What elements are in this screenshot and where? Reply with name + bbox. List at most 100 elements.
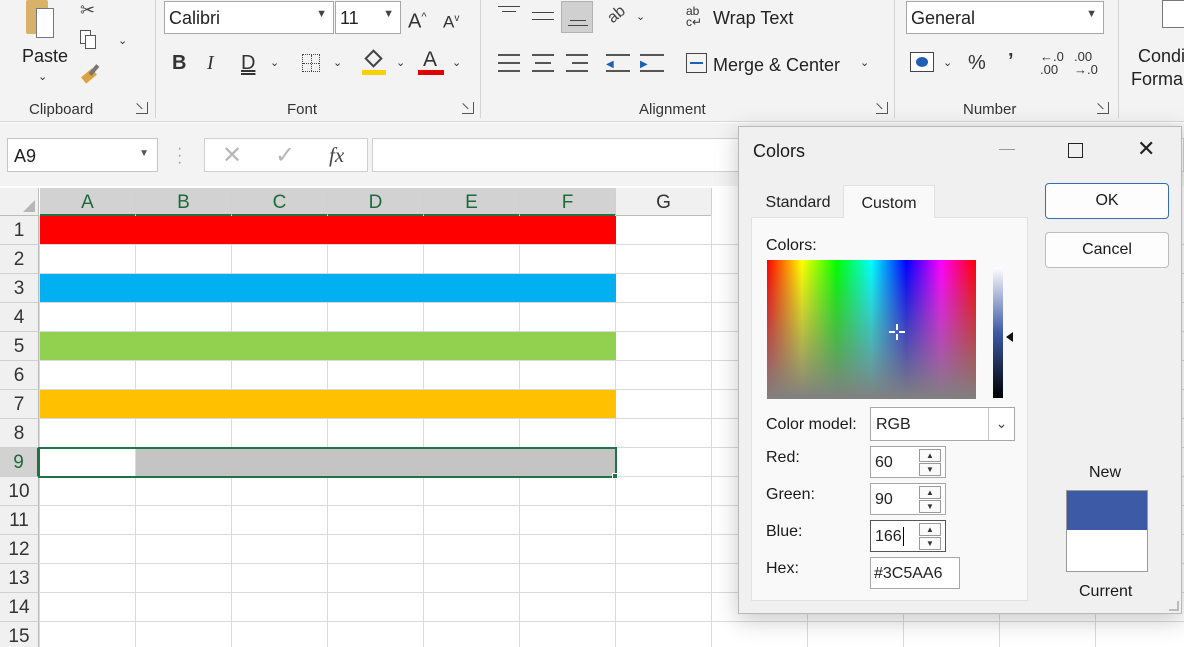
insert-function-button[interactable]: fx xyxy=(329,143,344,168)
paste-button[interactable]: Paste ⌄ xyxy=(14,0,72,92)
spin-down-icon[interactable]: ▼ xyxy=(919,500,941,513)
spin-up-icon[interactable]: ▲ xyxy=(919,486,941,499)
resize-grip-icon[interactable] xyxy=(1169,601,1179,611)
luminance-arrow-icon[interactable] xyxy=(1006,332,1013,342)
spin-up-icon[interactable]: ▲ xyxy=(919,449,941,462)
spin-up-icon[interactable]: ▲ xyxy=(919,523,941,536)
row-header-5[interactable]: 5 xyxy=(0,332,39,361)
number-format-combo[interactable]: General ▼ xyxy=(906,1,1104,34)
italic-button[interactable]: I xyxy=(207,52,214,74)
luminance-slider[interactable] xyxy=(993,267,1003,398)
blue-stepper[interactable]: 166 ▲ ▼ xyxy=(870,520,946,552)
bottom-align-icon[interactable] xyxy=(561,1,593,33)
color-model-select[interactable]: RGB ⌄ xyxy=(870,407,1015,441)
cancel-button[interactable]: Cancel xyxy=(1045,232,1169,268)
color-band-row-5[interactable] xyxy=(40,332,616,360)
cancel-icon[interactable]: ✕ xyxy=(222,141,242,170)
row-header-10[interactable]: 10 xyxy=(0,477,39,506)
row-header-7[interactable]: 7 xyxy=(0,390,39,419)
increase-indent-icon[interactable]: ▶ xyxy=(640,54,664,72)
tab-custom[interactable]: Custom xyxy=(843,185,935,218)
format-painter-icon[interactable] xyxy=(80,62,102,84)
row-header-6[interactable]: 6 xyxy=(0,361,39,390)
fill-color-icon[interactable] xyxy=(362,49,388,76)
spin-down-icon[interactable]: ▼ xyxy=(919,463,941,476)
color-band-row-1[interactable] xyxy=(40,216,616,244)
bold-button[interactable]: B xyxy=(172,52,186,74)
row-header-13[interactable]: 13 xyxy=(0,564,39,593)
font-name-combo[interactable]: Calibri ▼ xyxy=(164,1,334,34)
column-header-g[interactable]: G xyxy=(616,188,712,216)
merge-center-button[interactable]: Merge & Center ⌄ xyxy=(686,52,876,78)
minimize-icon[interactable] xyxy=(999,149,1015,150)
row-header-12[interactable]: 12 xyxy=(0,535,39,564)
ok-button[interactable]: OK xyxy=(1045,183,1169,219)
decrease-decimal-button[interactable]: .00 →.0 xyxy=(1074,50,1098,76)
row-header-8[interactable]: 8 xyxy=(0,419,39,448)
cut-icon[interactable]: ✂ xyxy=(80,0,95,21)
color-spectrum[interactable] xyxy=(767,260,976,399)
row-header-9[interactable]: 9 xyxy=(0,448,39,477)
accounting-format-icon[interactable] xyxy=(910,52,934,72)
column-header-d[interactable]: D xyxy=(328,188,424,216)
fill-handle[interactable] xyxy=(612,473,618,479)
copy-icon[interactable] xyxy=(80,30,98,50)
comma-style-button[interactable]: ’ xyxy=(1008,50,1014,72)
enter-icon[interactable]: ✓ xyxy=(275,141,295,170)
name-box[interactable]: A9 ▼ xyxy=(7,138,158,172)
middle-align-icon[interactable] xyxy=(532,12,554,20)
double-underline-button[interactable]: D xyxy=(241,52,255,74)
number-dialog-launcher-icon[interactable] xyxy=(1097,102,1109,114)
top-align-icon[interactable] xyxy=(498,6,520,20)
hex-input[interactable]: #3C5AA6 xyxy=(870,557,960,589)
column-header-e[interactable]: E xyxy=(424,188,520,216)
chevron-down-icon[interactable]: ⌄ xyxy=(452,56,461,69)
orientation-icon[interactable]: ab xyxy=(604,2,629,27)
spin-down-icon[interactable]: ▼ xyxy=(919,537,941,550)
tab-standard[interactable]: Standard xyxy=(753,185,843,218)
select-all-button[interactable] xyxy=(0,188,39,216)
wrap-text-button[interactable]: ab c↵ Wrap Text xyxy=(686,5,836,32)
chevron-down-icon: ⌄ xyxy=(988,408,1014,440)
column-header-c[interactable]: C xyxy=(232,188,328,216)
align-center-icon[interactable] xyxy=(532,54,554,72)
copy-dropdown-icon[interactable]: ⌄ xyxy=(118,34,127,47)
font-size-combo[interactable]: 11 ▼ xyxy=(335,1,401,34)
decrease-indent-icon[interactable]: ◀ xyxy=(606,54,630,72)
increase-decimal-button[interactable]: ←.0 .00 xyxy=(1040,50,1064,76)
percent-style-button[interactable]: % xyxy=(968,52,986,74)
column-header-f[interactable]: F xyxy=(520,188,616,216)
align-right-icon[interactable] xyxy=(566,54,588,72)
conditional-formatting-button[interactable]: Condi Forma xyxy=(1130,0,1184,92)
row-header-14[interactable]: 14 xyxy=(0,593,39,622)
row-header-11[interactable]: 11 xyxy=(0,506,39,535)
decrease-font-size-icon[interactable]: Av xyxy=(443,8,459,34)
text-cursor xyxy=(903,527,904,546)
increase-font-size-icon[interactable]: A^ xyxy=(408,6,427,33)
font-dialog-launcher-icon[interactable] xyxy=(462,102,474,114)
chevron-down-icon[interactable]: ⌄ xyxy=(270,56,279,69)
crosshair-icon xyxy=(889,324,905,340)
row-header-2[interactable]: 2 xyxy=(0,245,39,274)
font-color-icon[interactable]: A xyxy=(418,48,444,76)
red-stepper[interactable]: 60 ▲ ▼ xyxy=(870,446,946,478)
row-header-4[interactable]: 4 xyxy=(0,303,39,332)
row-header-1[interactable]: 1 xyxy=(0,216,39,245)
chevron-down-icon[interactable]: ⌄ xyxy=(396,56,405,69)
align-left-icon[interactable] xyxy=(498,54,520,72)
chevron-down-icon[interactable]: ⌄ xyxy=(636,10,645,23)
clipboard-dialog-launcher-icon[interactable] xyxy=(136,102,148,114)
column-header-a[interactable]: A xyxy=(40,188,136,216)
color-band-row-3[interactable] xyxy=(40,274,616,302)
green-stepper[interactable]: 90 ▲ ▼ xyxy=(870,483,946,515)
row-header-15[interactable]: 15 xyxy=(0,622,39,647)
row-header-3[interactable]: 3 xyxy=(0,274,39,303)
alignment-dialog-launcher-icon[interactable] xyxy=(876,102,888,114)
maximize-icon[interactable] xyxy=(1068,143,1083,158)
chevron-down-icon[interactable]: ⌄ xyxy=(943,56,952,69)
chevron-down-icon[interactable]: ⌄ xyxy=(333,56,342,69)
color-band-row-7[interactable] xyxy=(40,390,616,418)
borders-icon[interactable] xyxy=(302,54,320,72)
column-header-b[interactable]: B xyxy=(136,188,232,216)
close-icon[interactable]: ✕ xyxy=(1137,136,1155,162)
